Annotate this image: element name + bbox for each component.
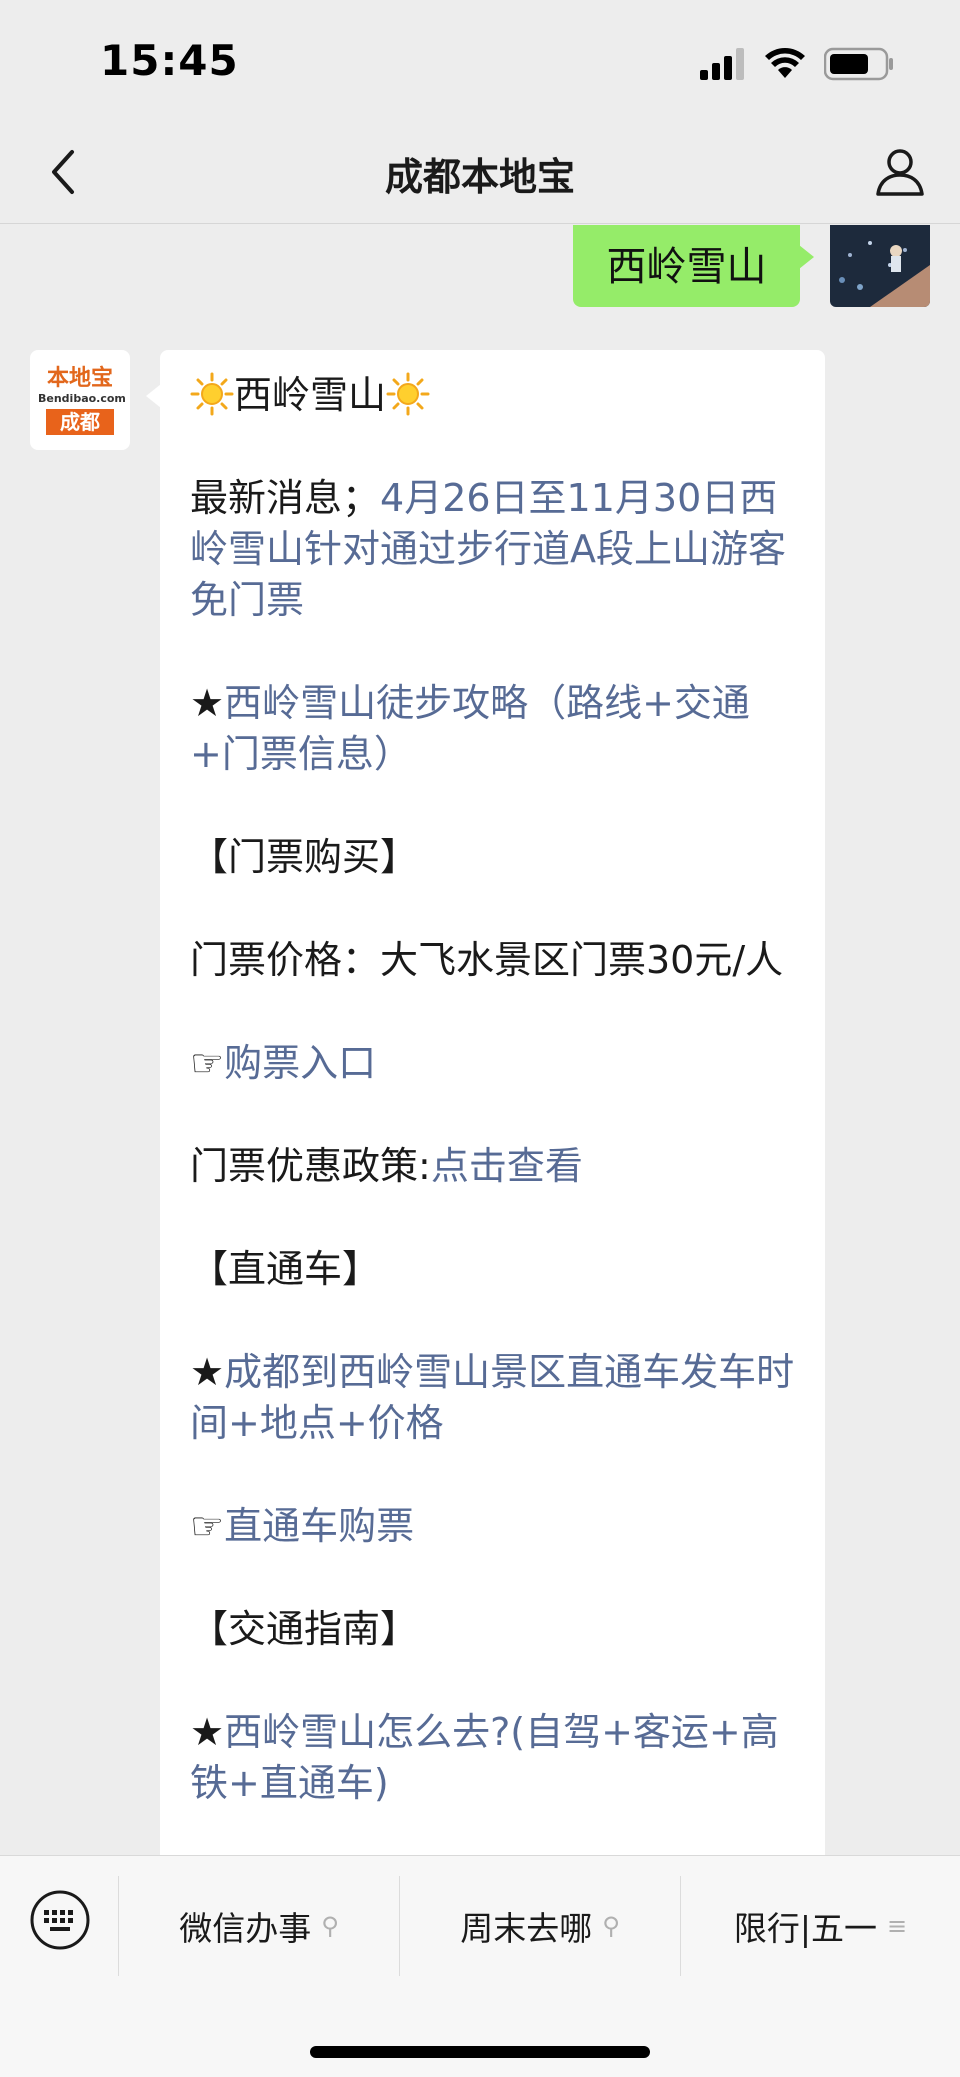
guide-paragraph: ★西岭雪山徒步攻略（路线+交通+门票信息） [190, 678, 795, 780]
home-indicator[interactable] [310, 2046, 650, 2058]
status-time: 15:45 [100, 36, 239, 85]
submenu-icon: ≡ [887, 1912, 908, 1940]
bus-heading: 【直通车】 [190, 1247, 381, 1291]
status-icons [700, 44, 894, 84]
news-prefix: 最新消息； [190, 476, 381, 520]
logo-name: 本地宝 [46, 365, 113, 391]
battery-icon [824, 47, 893, 81]
outgoing-message-bubble[interactable]: 西岭雪山 [573, 225, 814, 307]
pointing-hand-icon: ☞ [190, 1041, 225, 1085]
signal-icon [700, 48, 744, 80]
menu-item-label: 限行|五一 [733, 1909, 877, 1948]
status-bar: 15:45 [0, 0, 960, 120]
star-icon: ★ [190, 1710, 225, 1754]
buy-ticket-paragraph: ☞购票入口 [190, 1038, 795, 1089]
menu-item-label: 微信办事 [179, 1909, 312, 1948]
message-title-text: 西岭雪山 [234, 373, 387, 417]
discount-paragraph: 门票优惠政策:点击查看 [190, 1141, 795, 1192]
ticket-price: 门票价格：大飞水景区门票30元/人 [190, 938, 784, 982]
menu-item-traffic-limit[interactable]: 限行|五一 ≡ [681, 1876, 960, 1976]
bus-buy-paragraph: ☞直通车购票 [190, 1501, 795, 1552]
logo-city: 成都 [46, 409, 114, 435]
sun-icon [190, 372, 234, 416]
menu-item-wechat-services[interactable]: 微信办事 ⚲ [119, 1876, 399, 1976]
traffic-guide-link[interactable]: 西岭雪山怎么去?(自驾+客运+高铁+直通车) [190, 1710, 779, 1805]
menu-item-weekend[interactable]: 周末去哪 ⚲ [400, 1876, 680, 1976]
star-icon: ★ [190, 1350, 225, 1394]
bottom-menu-bar: 微信办事 ⚲ 周末去哪 ⚲ 限行|五一 ≡ [0, 1855, 960, 2077]
news-paragraph: 最新消息；4月26日至11月30日西岭雪山针对通过步行道A段上山游客免门票 [190, 473, 795, 626]
sun-icon [386, 372, 430, 416]
outgoing-message-text: 西岭雪山 [606, 244, 767, 290]
traffic-heading: 【交通指南】 [190, 1607, 419, 1651]
pointing-hand-icon: ☞ [190, 1504, 225, 1548]
discount-link[interactable]: 点击查看 [431, 1144, 583, 1188]
keyboard-icon[interactable] [28, 1888, 92, 1952]
official-account-avatar[interactable]: 本地宝 Bendibao.com 成都 [30, 350, 130, 450]
message-title: 西岭雪山 [190, 370, 795, 421]
traffic-paragraph: ★西岭雪山怎么去?(自驾+客运+高铁+直通车) [190, 1707, 795, 1809]
menu-item-label: 周末去哪 [460, 1909, 593, 1948]
nav-bar: 成都本地宝 [0, 120, 960, 224]
star-icon: ★ [190, 681, 225, 725]
link-icon: ⚲ [321, 1912, 339, 1940]
chat-title: 成都本地宝 [384, 155, 575, 199]
buy-ticket-link[interactable]: 购票入口 [224, 1041, 376, 1085]
bus-schedule-link[interactable]: 成都到西岭雪山景区直通车发车时间+地点+价格 [190, 1350, 794, 1445]
user-avatar[interactable] [830, 225, 930, 307]
profile-icon[interactable] [870, 142, 930, 202]
discount-prefix: 门票优惠政策: [190, 1144, 431, 1188]
bus-ticket-link[interactable]: 直通车购票 [224, 1504, 414, 1548]
hiking-guide-link[interactable]: 西岭雪山徒步攻略（路线+交通+门票信息） [190, 681, 750, 776]
logo-domain: Bendibao.com [38, 392, 126, 405]
incoming-message-bubble: 西岭雪山 最新消息；4月26日至11月30日西岭雪山针对通过步行道A段上山游客免… [146, 350, 825, 1855]
link-icon: ⚲ [602, 1912, 620, 1940]
ticket-heading: 【门票购买】 [190, 835, 419, 879]
bus-paragraph: ★成都到西岭雪山景区直通车发车时间+地点+价格 [190, 1347, 795, 1449]
chat-area[interactable]: 西岭雪山 本地宝 Bendibao.com 成都 西岭雪山 最新消息；4月26日… [0, 225, 960, 1855]
wifi-icon [765, 48, 805, 78]
